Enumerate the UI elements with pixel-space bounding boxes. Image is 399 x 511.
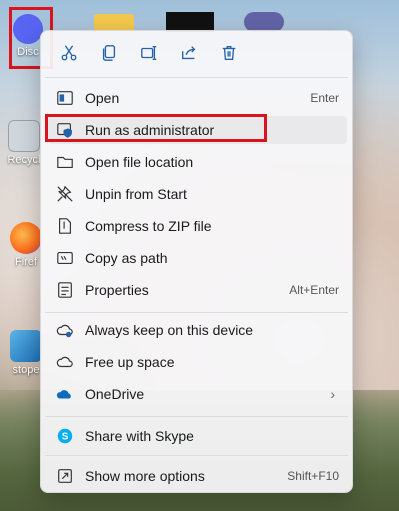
menu-item-compress-to-zip[interactable]: Compress to ZIP file (47, 212, 347, 240)
menu-item-label: Show more options (85, 468, 205, 484)
more-options-icon (55, 466, 75, 486)
copy-button[interactable] (89, 33, 129, 73)
delete-icon (222, 46, 236, 60)
desktop-icon-recycle-bin[interactable]: Recycl (4, 120, 44, 166)
cloud-sync-icon (55, 320, 75, 340)
copy-icon (102, 45, 116, 61)
teams-icon (244, 12, 284, 32)
firefox-icon (10, 222, 42, 254)
desktop-icon-label: Firef (15, 256, 37, 268)
shield-icon (55, 120, 75, 140)
menu-item-label: Share with Skype (85, 428, 194, 444)
cut-button[interactable] (49, 33, 89, 73)
menu-item-shortcut: Shift+F10 (287, 469, 339, 483)
share-icon (182, 46, 196, 60)
zip-icon (55, 216, 75, 236)
open-icon (55, 88, 75, 108)
menu-item-label: OneDrive (85, 386, 145, 402)
onedrive-icon (55, 384, 75, 404)
menu-item-label: Open file location (85, 154, 194, 170)
context-menu-toolbar (41, 31, 352, 75)
menu-item-properties[interactable]: Properties Alt+Enter (47, 276, 347, 304)
discord-icon (13, 14, 43, 44)
svg-text:S: S (62, 432, 69, 443)
menu-item-onedrive[interactable]: OneDrive › (47, 380, 347, 408)
unpin-icon (55, 184, 75, 204)
separator (45, 416, 348, 417)
rename-button[interactable] (129, 33, 169, 73)
rename-icon (141, 46, 157, 60)
menu-item-unpin-from-start[interactable]: Unpin from Start (47, 180, 347, 208)
menu-item-label: Compress to ZIP file (85, 218, 212, 234)
folder-icon (55, 152, 75, 172)
menu-item-run-as-administrator[interactable]: Run as administrator (47, 116, 347, 144)
separator (45, 77, 348, 78)
menu-item-label: Copy as path (85, 250, 168, 266)
recycle-bin-icon (8, 120, 40, 152)
menu-item-free-up-space[interactable]: Free up space (47, 348, 347, 376)
cloud-icon (55, 352, 75, 372)
menu-item-open[interactable]: Open Enter (47, 84, 347, 112)
app-icon (10, 330, 42, 362)
menu-item-shortcut: Enter (310, 91, 339, 105)
context-menu: Open Enter Run as administrator Open fil… (40, 30, 353, 493)
menu-item-shortcut: Alt+Enter (289, 283, 339, 297)
menu-item-label: Open (85, 90, 120, 106)
menu-item-label: Properties (85, 282, 149, 298)
share-button[interactable] (169, 33, 209, 73)
chevron-right-icon: › (330, 386, 335, 402)
desktop-icon-label: Recycl (7, 154, 41, 166)
menu-item-show-more-options[interactable]: Show more options Shift+F10 (47, 462, 347, 490)
separator (45, 455, 348, 456)
menu-item-label: Run as administrator (85, 122, 215, 138)
cut-icon (61, 45, 77, 61)
menu-item-label: Always keep on this device (85, 322, 254, 338)
path-icon (55, 248, 75, 268)
menu-item-label: Unpin from Start (85, 186, 187, 202)
menu-item-share-with-skype[interactable]: S Share with Skype (47, 422, 347, 450)
skype-icon: S (55, 426, 75, 446)
separator (45, 312, 348, 313)
desktop-icon-label: Disc (17, 46, 39, 58)
desktop-icon-label: stope (12, 364, 40, 376)
menu-item-label: Free up space (85, 354, 175, 370)
properties-icon (55, 280, 75, 300)
menu-item-open-file-location[interactable]: Open file location (47, 148, 347, 176)
delete-button[interactable] (209, 33, 249, 73)
menu-item-always-keep-on-device[interactable]: Always keep on this device (47, 316, 347, 344)
taskbar-app-icon (166, 12, 214, 32)
menu-item-copy-as-path[interactable]: Copy as path (47, 244, 347, 272)
